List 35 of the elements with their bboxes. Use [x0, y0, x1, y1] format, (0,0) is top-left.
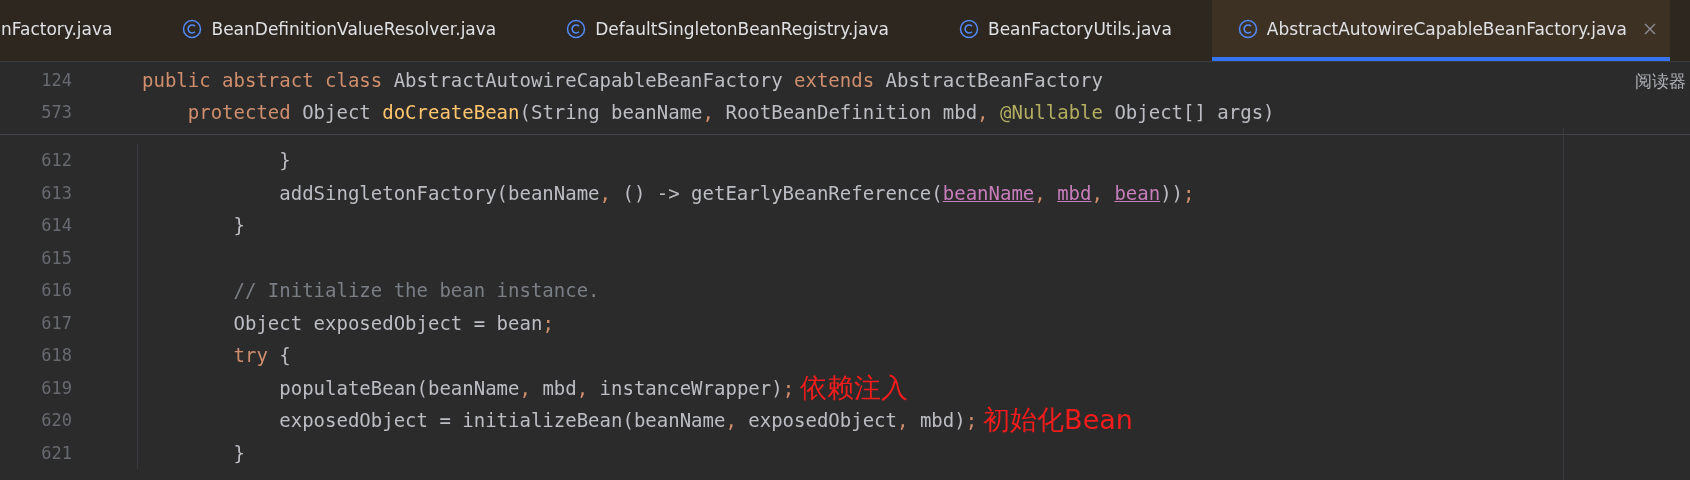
- line-number: 613: [0, 176, 138, 209]
- line-number: 618: [0, 339, 138, 372]
- side-label: 阅读器: [1635, 70, 1686, 93]
- close-icon[interactable]: [1643, 22, 1656, 35]
- line-number: 621: [0, 436, 138, 469]
- file-tab[interactable]: DefaultSingletonBeanRegistry.java: [540, 0, 933, 61]
- line-number: 573: [40, 101, 73, 124]
- class-icon: [566, 18, 587, 39]
- line-number: 124: [40, 69, 73, 92]
- line-number: 612: [0, 144, 138, 177]
- code-line: }: [278, 149, 291, 172]
- code-line: exposedObject = initializeBean(beanName, exposedObject, mbd);: [278, 409, 978, 432]
- class-icon: [959, 18, 979, 39]
- class-icon: [182, 18, 203, 39]
- line-number: 615: [0, 241, 138, 274]
- code-line: try {: [232, 344, 291, 367]
- code-line: }: [232, 214, 245, 237]
- annotation-text: 初始化Bean: [983, 403, 1133, 438]
- code-line: populateBean(beanName, mbd, instanceWrapper);: [278, 376, 795, 399]
- line-number: 616: [0, 274, 138, 307]
- code-line: public abstract class AbstractAutowireCapableBeanFactory extends AbstractBeanFactory: [142, 69, 1103, 91]
- annotation-text: 依赖注入: [800, 370, 909, 405]
- file-tab[interactable]: BeanDefinitionValueResolver.java: [156, 0, 541, 61]
- line-number: 620: [0, 404, 138, 437]
- class-icon: [1237, 18, 1258, 39]
- file-tab[interactable]: AbstractAutowireCapableBeanFactory.java: [1211, 0, 1670, 61]
- file-tab[interactable]: nFactory.java: [0, 0, 157, 61]
- code-line: addSingletonFactory(beanName, () -> getEarlyBeanReference(beanName, mbd, bean));: [278, 181, 1195, 204]
- code-line: // Initialize the bean instance.: [232, 279, 600, 302]
- code-line: Object exposedObject = bean;: [232, 311, 554, 334]
- code-line: protected Object doCreateBean(String beanName, RootBeanDefinition mbd, @Nullable Object[] args): [186, 101, 1275, 123]
- line-number: 619: [0, 371, 138, 404]
- code-line: }: [232, 441, 245, 464]
- line-number: 617: [0, 306, 138, 339]
- line-number: 614: [0, 209, 138, 242]
